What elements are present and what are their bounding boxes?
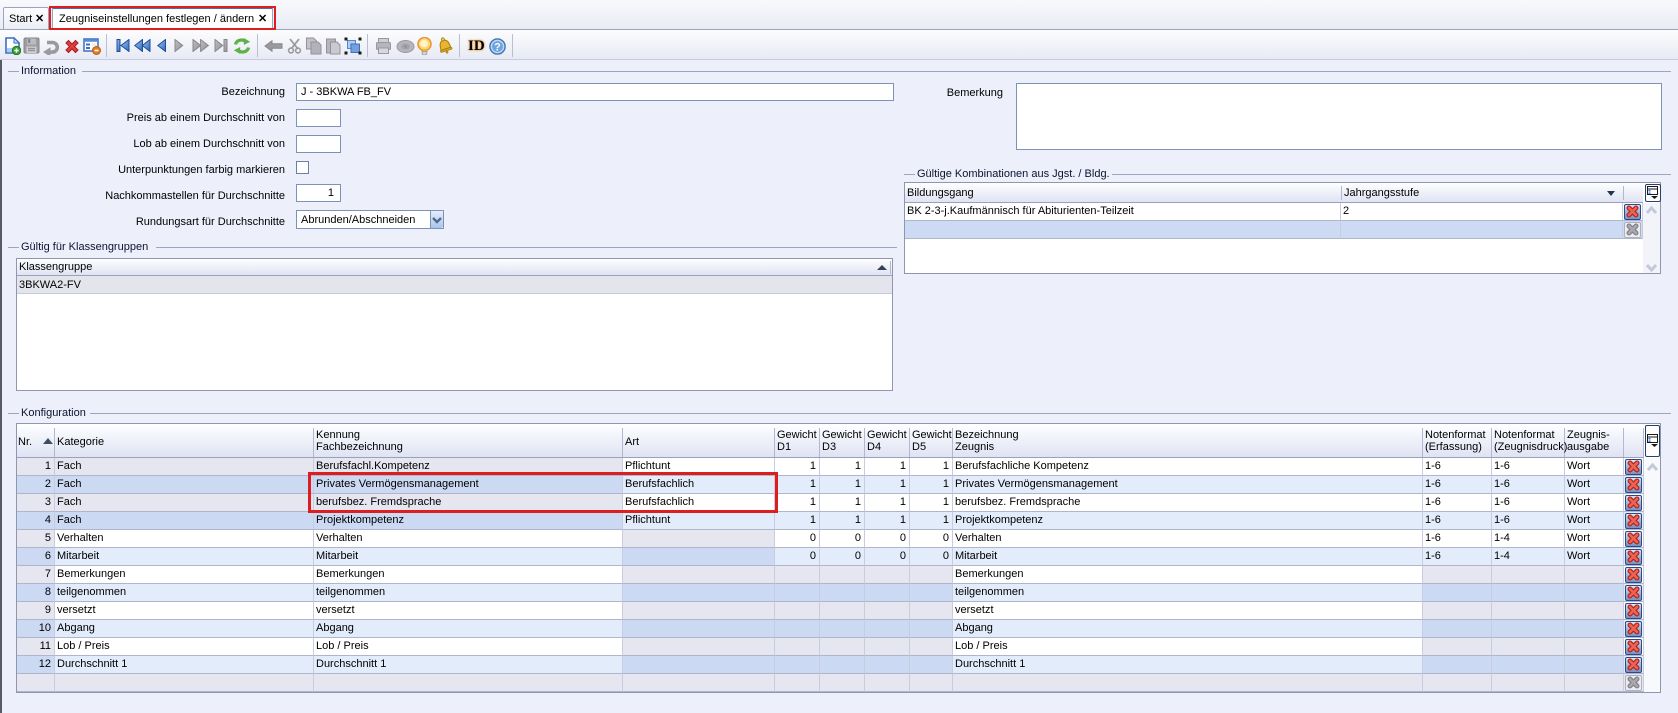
svg-text:?: ?	[494, 41, 501, 53]
